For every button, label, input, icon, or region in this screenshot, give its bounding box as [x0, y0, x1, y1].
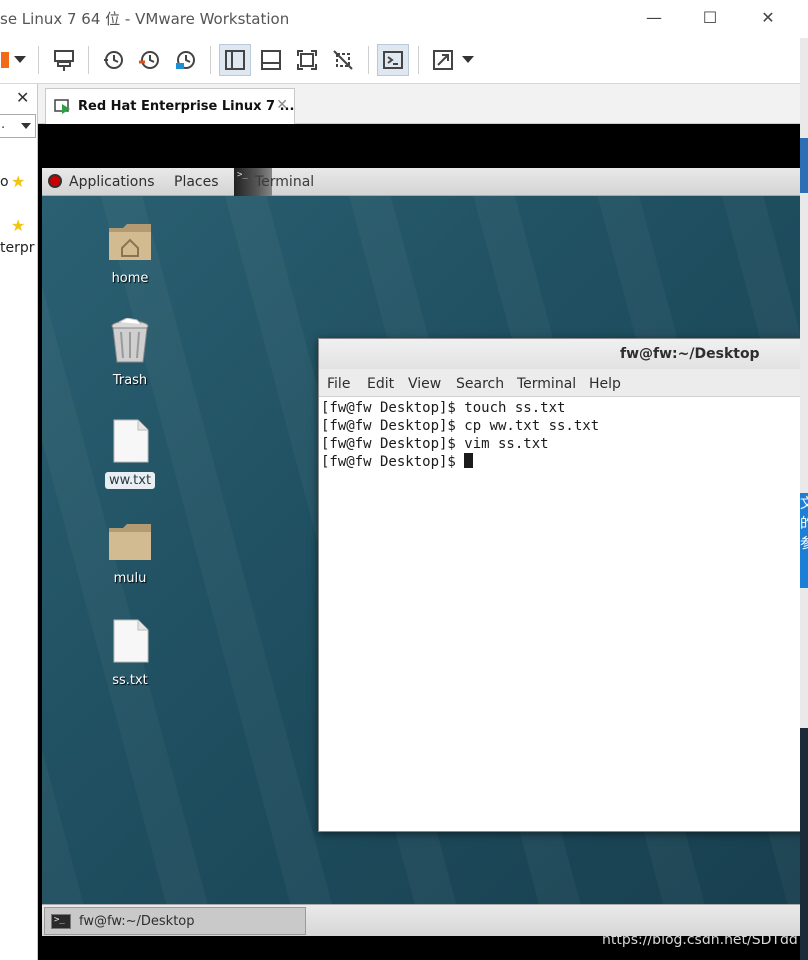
- library-item-label: o: [0, 174, 9, 190]
- folder-icon: [109, 524, 151, 560]
- desktop-icon-label: mulu: [113, 571, 147, 586]
- vm-tab-strip: Red Hat Enterprise Linux 7 ... ✕: [38, 84, 800, 124]
- desktop-icon-trash[interactable]: Trash: [85, 317, 175, 389]
- toolbar-divider: [38, 46, 39, 74]
- desktop-icon-label: ss.txt: [112, 673, 148, 688]
- desktop-icon-label: Trash: [112, 373, 148, 388]
- full-screen-icon[interactable]: [291, 44, 323, 76]
- host-edge-block: [800, 138, 808, 193]
- host-edge-block: [800, 728, 808, 960]
- toolbar-divider: [210, 46, 211, 74]
- terminal-menu-view[interactable]: View: [408, 376, 441, 392]
- redhat-logo-icon: [48, 174, 62, 188]
- send-keys-icon[interactable]: [48, 44, 80, 76]
- stretch-guest-icon[interactable]: [427, 44, 459, 76]
- trash-icon: [111, 317, 149, 363]
- library-search-value: .: [1, 117, 6, 132]
- stretch-dropdown-icon[interactable]: [458, 44, 478, 76]
- maximize-button[interactable]: ☐: [690, 6, 730, 30]
- revert-snapshot-icon[interactable]: [133, 44, 165, 76]
- desktop-icon-home[interactable]: home: [85, 220, 175, 287]
- toolbar: [0, 38, 808, 84]
- desktop-icon-ww-txt[interactable]: ww.txt: [85, 418, 175, 489]
- terminal-title: fw@fw:~/Desktop: [620, 346, 760, 362]
- toolbar-divider: [418, 46, 419, 74]
- chevron-down-icon[interactable]: [21, 123, 31, 129]
- snapshot-icon[interactable]: [97, 44, 129, 76]
- snapshot-manager-icon[interactable]: [169, 44, 201, 76]
- vm-running-icon: [54, 99, 70, 114]
- toolbar-divider: [88, 46, 89, 74]
- unity-mode-icon[interactable]: [327, 44, 359, 76]
- power-dropdown-icon[interactable]: [10, 44, 30, 76]
- terminal-prompt: [fw@fw Desktop]$: [321, 454, 465, 470]
- show-library-icon[interactable]: [219, 44, 251, 76]
- minimize-button[interactable]: —: [634, 6, 674, 30]
- library-panel: ✕ . o ★ ★ terpr: [0, 84, 38, 960]
- tab-vm-rhel7[interactable]: Red Hat Enterprise Linux 7 ... ✕: [45, 88, 295, 124]
- window-titlebar: se Linux 7 64 位 - VMware Workstation — ☐…: [0, 0, 808, 38]
- text-file-icon: [113, 619, 149, 663]
- library-item[interactable]: o: [0, 174, 9, 190]
- gnome-desktop[interactable]: home Trash ww.txt mulu ss.txt fw@fw:~/De…: [42, 196, 800, 904]
- watermark: https://blog.csdn.net/SDTdd: [602, 932, 798, 948]
- console-view-icon[interactable]: [377, 44, 409, 76]
- terminal-prompt-line[interactable]: [fw@fw Desktop]$: [321, 453, 800, 471]
- places-menu[interactable]: Places: [174, 174, 219, 190]
- tab-label: Red Hat Enterprise Linux 7 ...: [78, 99, 295, 114]
- favorite-star-icon: ★: [11, 172, 26, 191]
- gnome-top-panel: Applications Places >_ Terminal: [42, 168, 800, 196]
- host-edge-text: 文的参: [800, 493, 808, 588]
- terminal-menu-file[interactable]: File: [327, 376, 350, 392]
- text-file-icon: [113, 419, 149, 463]
- terminal-icon: >_: [51, 914, 71, 929]
- terminal-icon-glyph: >_: [54, 915, 65, 925]
- close-button[interactable]: ✕: [748, 6, 788, 30]
- desktop-icon-label: ww.txt: [104, 472, 156, 489]
- desktop-icon-ss-txt[interactable]: ss.txt: [85, 618, 175, 689]
- terminal-menu-edit[interactable]: Edit: [367, 376, 394, 392]
- library-item-label: terpr: [0, 240, 35, 256]
- show-thumbnail-bar-icon[interactable]: [255, 44, 287, 76]
- library-close-icon[interactable]: ✕: [16, 88, 29, 107]
- library-item[interactable]: terpr: [0, 240, 35, 256]
- terminal-titlebar[interactable]: fw@fw:~/Desktop: [319, 339, 800, 369]
- terminal-menubar: File Edit View Search Terminal Help: [319, 369, 800, 397]
- terminal-menu-help[interactable]: Help: [589, 376, 621, 392]
- terminal-line: [fw@fw Desktop]$ touch ss.txt: [321, 400, 566, 416]
- desktop-icon-mulu[interactable]: mulu: [85, 520, 175, 587]
- toolbar-divider: [368, 46, 369, 74]
- terminal-menu-search[interactable]: Search: [456, 376, 504, 392]
- library-search-field[interactable]: .: [0, 114, 36, 138]
- terminal-window[interactable]: fw@fw:~/Desktop File Edit View Search Te…: [318, 338, 800, 832]
- window-title: se Linux 7 64 位 - VMware Workstation: [0, 10, 290, 28]
- tab-close-icon[interactable]: ✕: [276, 97, 288, 113]
- terminal-output[interactable]: [fw@fw Desktop]$ touch ss.txt [fw@fw Des…: [319, 397, 800, 831]
- terminal-line: [fw@fw Desktop]$ vim ss.txt: [321, 436, 549, 452]
- taskbar-item-terminal[interactable]: >_ fw@fw:~/Desktop: [44, 907, 306, 935]
- applications-menu[interactable]: Applications: [69, 174, 155, 190]
- terminal-menu-terminal[interactable]: Terminal: [517, 376, 576, 392]
- taskbar-item-label: fw@fw:~/Desktop: [79, 914, 195, 929]
- host-desktop-edge: 文的参: [800, 38, 808, 960]
- terminal-line: [fw@fw Desktop]$ cp ww.txt ss.txt: [321, 418, 600, 434]
- terminal-cursor: [464, 453, 474, 468]
- vm-console[interactable]: Applications Places >_ Terminal home Tra…: [38, 124, 800, 960]
- desktop-icon-label: home: [111, 271, 149, 286]
- terminal-launcher-glyph: >_: [237, 170, 248, 180]
- favorite-star-icon: ★: [11, 216, 26, 235]
- terminal-app-label[interactable]: Terminal: [255, 174, 314, 190]
- home-folder-icon: [109, 224, 151, 260]
